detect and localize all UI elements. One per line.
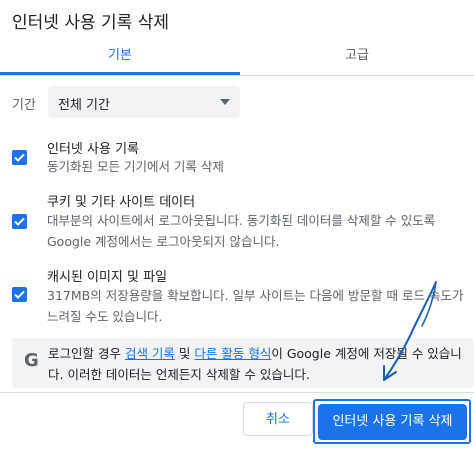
- checkmark-icon: [14, 217, 25, 226]
- browsing-history-checkbox[interactable]: [12, 150, 27, 165]
- checkmark-icon: [14, 290, 25, 299]
- time-range-dropdown[interactable]: 전체 기간: [48, 86, 240, 118]
- option-description: 동기화된 모든 기기에서 기록 삭제: [47, 159, 224, 174]
- dialog-title: 인터넷 사용 기록 삭제: [12, 13, 169, 33]
- active-tab-indicator: [0, 72, 240, 75]
- info-text-part: 및: [174, 346, 195, 361]
- footer-divider: [0, 392, 474, 393]
- option-title: 캐시된 이미지 및 파일: [47, 270, 168, 285]
- search-history-link[interactable]: 검색 기록: [125, 346, 175, 361]
- clear-data-button[interactable]: 인터넷 사용 기록 삭제: [318, 404, 467, 440]
- time-range-label: 기간: [12, 98, 36, 113]
- tab-advanced[interactable]: 고급: [240, 40, 474, 74]
- dropdown-arrow-icon: [220, 99, 230, 105]
- cancel-button[interactable]: 취소: [243, 402, 313, 436]
- time-range-value: 전체 기간: [58, 98, 110, 113]
- info-text-part: 로그인할 경우: [48, 346, 125, 361]
- tab-advanced-label: 고급: [345, 48, 369, 63]
- checkmark-icon: [14, 153, 25, 162]
- google-logo-icon: G: [24, 350, 39, 371]
- tab-basic[interactable]: 기본: [0, 40, 240, 75]
- option-title: 인터넷 사용 기록: [47, 142, 139, 157]
- option-description: 대부분의 사이트에서 로그아웃됩니다. 동기화된 데이터를 삭제할 수 있도록 …: [47, 213, 436, 249]
- other-activity-link[interactable]: 다른 활동 형식: [194, 346, 271, 361]
- option-title: 쿠키 및 기타 사이트 데이터: [47, 195, 196, 210]
- cookies-checkbox[interactable]: [12, 214, 27, 229]
- tab-basic-label: 기본: [108, 48, 132, 63]
- cache-checkbox[interactable]: [12, 287, 27, 302]
- account-info-text: 로그인할 경우 검색 기록 및 다른 활동 형식이 Google 계정에 저장될…: [48, 343, 468, 385]
- option-description: 317MB의 저장용량을 확보합니다. 일부 사이트는 다음에 방문할 때 로드…: [47, 288, 464, 324]
- tab-bar: 기본 고급: [0, 40, 474, 76]
- account-info-box: G 로그인할 경우 검색 기록 및 다른 활동 형식이 Google 계정에 저…: [12, 338, 474, 388]
